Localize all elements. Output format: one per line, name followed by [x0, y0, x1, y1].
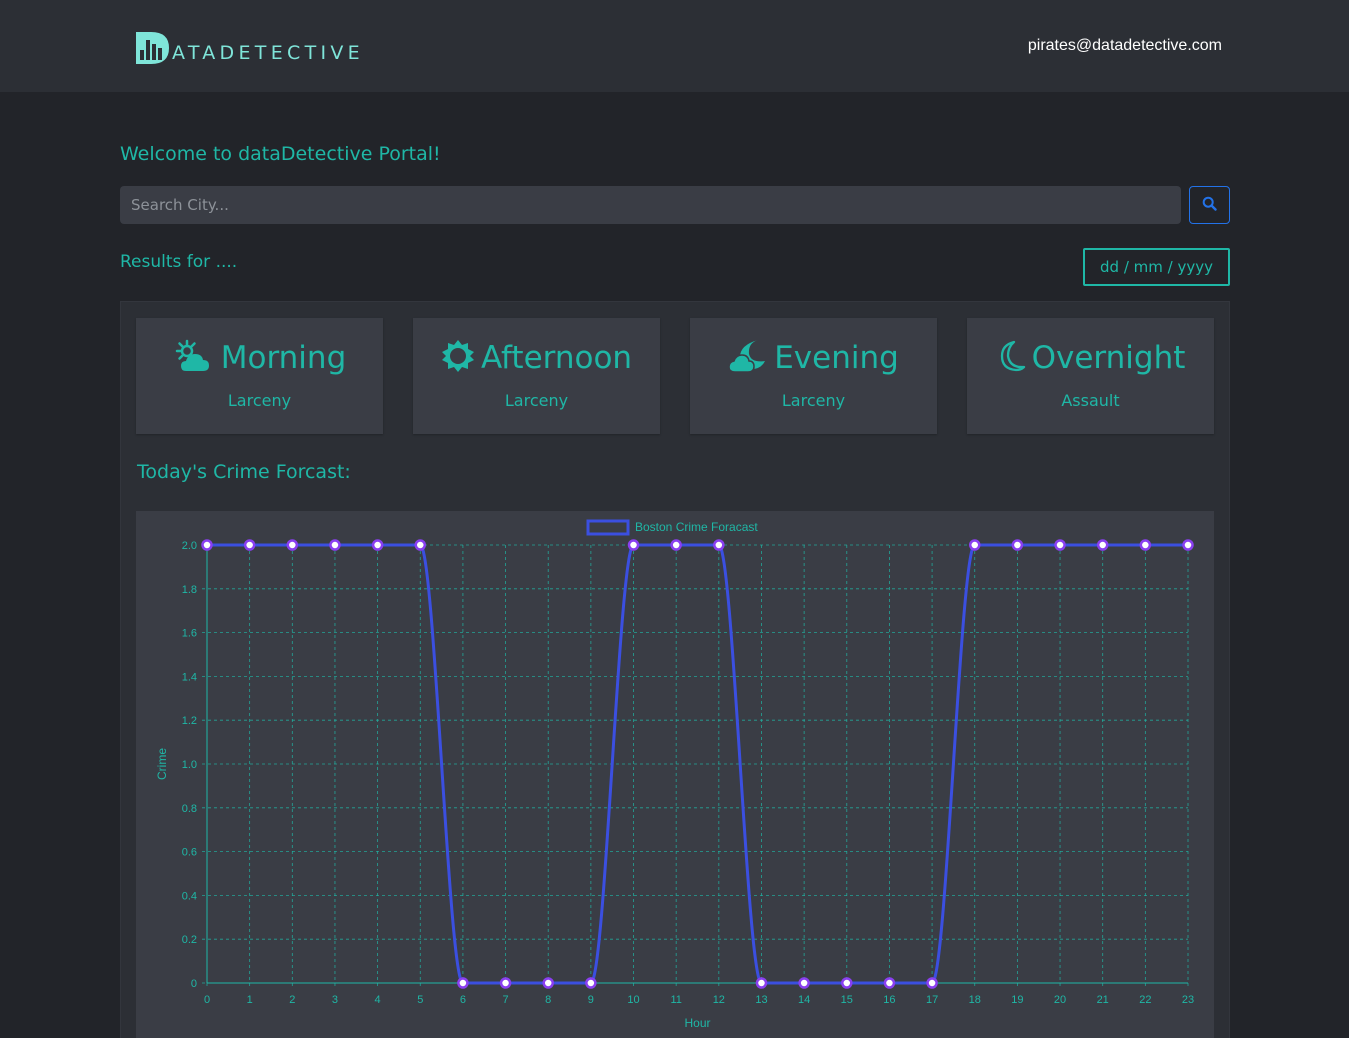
x-tick-label: 17 [926, 994, 938, 1006]
data-point [841, 977, 853, 989]
data-point [755, 977, 768, 989]
data-point [585, 977, 597, 989]
logo[interactable]: ATADETECTIVE [135, 26, 364, 66]
data-point [798, 977, 810, 989]
x-tick-label: 10 [627, 994, 639, 1006]
x-tick-label: 15 [841, 994, 853, 1006]
x-tick-label: 14 [798, 994, 810, 1006]
x-tick-label: 7 [503, 994, 509, 1006]
x-tick-label: 8 [545, 994, 551, 1006]
data-point [542, 977, 554, 989]
data-point [1096, 539, 1109, 551]
card-overnight: Overnight Assault [967, 318, 1214, 434]
crime-forecast-chart: 0 1 2 3 4 5 6 7 8 9 10 11 12 13 14 15 16 17 18 19 20 21 22 23 0 0… [136, 511, 1214, 1038]
y-tick-label: 0 [191, 978, 197, 990]
x-tick-label: 18 [969, 994, 981, 1006]
moon-cloud-icon [728, 339, 768, 377]
x-tick-label: 9 [588, 994, 594, 1006]
data-point [1054, 539, 1066, 551]
y-tick-label: 0.6 [182, 847, 197, 859]
y-tick-label: 0.4 [182, 890, 197, 902]
sun-behind-cloud-icon [173, 339, 215, 377]
y-tick-label: 1.4 [182, 671, 197, 683]
data-point [243, 539, 256, 551]
y-tick-label: 0.2 [182, 934, 197, 946]
y-tick-label: 1.8 [182, 584, 197, 596]
data-point [457, 977, 469, 989]
x-tick-label: 5 [417, 994, 423, 1006]
data-point [883, 977, 896, 989]
x-tick-label: 21 [1097, 994, 1109, 1006]
x-tick-label: 16 [883, 994, 895, 1006]
x-tick-label: 13 [755, 994, 767, 1006]
x-tick-label: 2 [289, 994, 295, 1006]
x-tick-label: 0 [204, 994, 210, 1006]
x-tick-label: 4 [375, 994, 381, 1006]
card-value: Larceny [781, 391, 846, 410]
data-point [968, 539, 981, 551]
data-point [713, 539, 725, 551]
x-axis-title: Hour [684, 1016, 710, 1030]
card-morning: Morning Larceny [136, 318, 383, 434]
data-point [670, 539, 682, 551]
logo-text: ATADETECTIVE [172, 42, 364, 64]
data-point [627, 539, 640, 551]
moon-icon [996, 339, 1026, 377]
card-title: Morning [220, 340, 347, 376]
card-value: Larceny [504, 391, 569, 410]
x-tick-label: 22 [1139, 994, 1151, 1006]
data-point [329, 539, 341, 551]
x-tick-label: 23 [1182, 994, 1194, 1006]
welcome-heading: Welcome to dataDetective Portal! [120, 143, 441, 165]
legend-label: Boston Crime Foracast [635, 520, 758, 534]
forecast-heading: Today's Crime Forcast: [137, 461, 351, 483]
search-city-input[interactable] [120, 186, 1181, 224]
card-evening: Evening Larceny [690, 318, 937, 434]
y-tick-label: 0.8 [182, 803, 197, 815]
x-tick-label: 6 [460, 994, 466, 1006]
search-button[interactable] [1189, 186, 1230, 224]
data-point [201, 539, 213, 551]
x-tick-label: 12 [713, 994, 725, 1006]
card-value: Assault [1061, 391, 1120, 410]
x-tick-label: 11 [670, 994, 681, 1006]
sun-icon [441, 339, 475, 377]
data-point [371, 539, 384, 551]
y-tick-label: 2.0 [182, 540, 197, 552]
data-point [414, 539, 427, 551]
chart-svg: 0 1 2 3 4 5 6 7 8 9 10 11 12 13 14 15 16 17 18 19 20 21 22 2300… [155, 519, 1194, 1030]
card-afternoon: Afternoon Larceny [413, 318, 660, 434]
x-tick-label: 19 [1011, 994, 1023, 1006]
y-axis-title: Crime [155, 748, 169, 780]
date-picker[interactable]: dd / mm / yyyy [1083, 248, 1230, 286]
bar-chart-logo-icon [135, 30, 171, 66]
y-tick-label: 1.2 [182, 715, 197, 727]
x-tick-label: 3 [332, 994, 338, 1006]
data-point [926, 977, 938, 989]
data-point [1139, 539, 1152, 551]
data-point [1011, 539, 1024, 551]
user-email[interactable]: pirates@datadetective.com [1028, 37, 1222, 55]
card-title: Evening [774, 340, 899, 376]
date-placeholder: dd / mm / yyyy [1100, 258, 1213, 276]
x-tick-label: 1 [247, 994, 253, 1006]
legend-swatch [586, 519, 630, 536]
card-title: Overnight [1031, 340, 1186, 376]
y-tick-label: 1.6 [182, 628, 197, 640]
results-label: Results for .... [120, 252, 238, 272]
card-title: Afternoon [480, 340, 633, 376]
navbar: ATADETECTIVE pirates@datadetective.com [0, 0, 1349, 92]
data-point [499, 977, 512, 989]
data-point [286, 539, 299, 551]
data-point [1182, 539, 1194, 551]
search-icon [1202, 196, 1217, 214]
card-value: Larceny [227, 391, 292, 410]
y-tick-label: 1.0 [182, 759, 197, 771]
x-tick-label: 20 [1054, 994, 1066, 1006]
